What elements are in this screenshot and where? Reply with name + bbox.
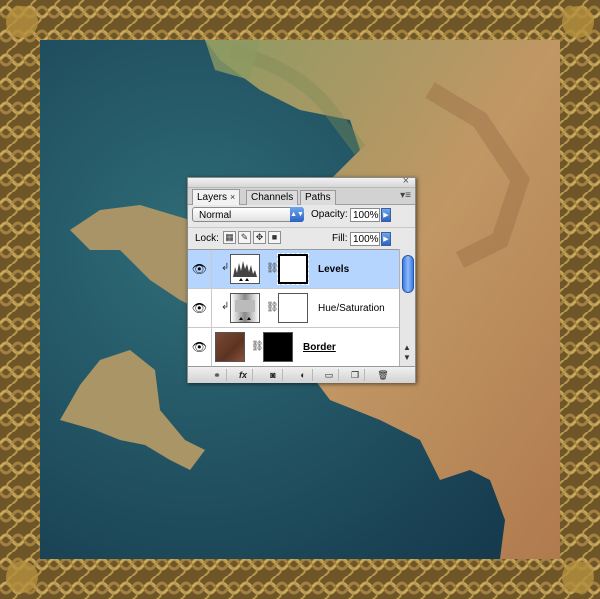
lock-label: Lock:: [195, 233, 219, 244]
panel-tabbar: Layers × Channels Paths ▾≡: [188, 188, 415, 205]
lock-all-icon[interactable]: ■: [268, 231, 281, 244]
fill-slider-button[interactable]: ▶: [381, 232, 391, 246]
adjustment-layer-icon[interactable]: ◐: [294, 369, 313, 381]
mask-link-icon[interactable]: ⛓: [266, 263, 279, 274]
opacity-slider-button[interactable]: ▶: [381, 208, 391, 222]
panel-footer: ⚭ fx ◙ ◐ ▭ ❐ 🗑: [188, 366, 415, 383]
lock-position-icon[interactable]: ✥: [253, 231, 266, 244]
visibility-eye-icon[interactable]: 👁: [188, 328, 212, 366]
opacity-label: Opacity:: [311, 209, 348, 220]
layer-mask-thumbnail[interactable]: [263, 332, 293, 362]
layer-row-levels[interactable]: 👁 ↲ ⛓ Levels: [188, 250, 399, 289]
layers-panel: × Layers × Channels Paths ▾≡ Normal ▲▼ Op…: [187, 175, 416, 383]
mask-link-icon[interactable]: ⛓: [266, 302, 279, 313]
layer-row-hue-saturation[interactable]: 👁 ↲ ⛓ Hue/Saturation: [188, 289, 399, 328]
new-layer-icon[interactable]: ❐: [346, 369, 365, 381]
panel-menu-icon[interactable]: ▾≡: [400, 190, 411, 201]
blend-opacity-row: Normal ▲▼ Opacity: 100% ▶: [188, 205, 415, 227]
fill-label: Fill:: [332, 233, 348, 244]
tab-layers[interactable]: Layers ×: [192, 189, 241, 205]
tab-close-icon[interactable]: ×: [230, 192, 235, 202]
layer-row-border[interactable]: 👁 ⛓ Border: [188, 328, 399, 367]
scroll-down-icon[interactable]: ▼: [403, 353, 411, 362]
clipping-arrow-icon: ↲: [221, 262, 230, 273]
tab-paths-label: Paths: [305, 192, 331, 203]
select-arrows-icon: ▲▼: [290, 207, 304, 222]
layer-mask-thumbnail[interactable]: [277, 253, 309, 285]
scroll-up-icon[interactable]: ▲: [403, 343, 411, 352]
group-folder-icon[interactable]: ▭: [320, 369, 339, 381]
clipping-arrow-icon: ↲: [221, 301, 230, 312]
layer-thumbnail: [215, 332, 245, 362]
layers-scrollbar[interactable]: ▲ ▼: [399, 249, 415, 366]
fill-input[interactable]: 100%: [350, 232, 380, 246]
blend-mode-select[interactable]: Normal ▲▼: [192, 207, 304, 222]
panel-titlebar[interactable]: ×: [188, 175, 415, 188]
opacity-input[interactable]: 100%: [350, 208, 380, 222]
layers-list: 👁 ↲ ⛓ Levels 👁 ↲ ⛓ Hue/Saturation 👁 ⛓ Bo…: [188, 249, 399, 367]
tab-layers-label: Layers: [197, 192, 228, 203]
scrollbar-thumb[interactable]: [402, 255, 414, 293]
tab-channels-label: Channels: [251, 192, 294, 203]
blend-mode-value: Normal: [199, 210, 232, 221]
layer-mask-thumbnail[interactable]: [278, 293, 308, 323]
visibility-eye-icon[interactable]: 👁: [188, 250, 212, 288]
add-mask-icon[interactable]: ◙: [264, 369, 283, 381]
fx-icon[interactable]: fx: [234, 369, 253, 381]
layer-name[interactable]: Border: [303, 342, 336, 353]
tab-channels[interactable]: Channels: [246, 190, 299, 205]
link-layers-icon[interactable]: ⚭: [208, 369, 227, 381]
lock-fill-row: Lock: ▦ ✎ ✥ ■ Fill: 100% ▶: [188, 227, 415, 249]
lock-transparency-icon[interactable]: ▦: [223, 231, 236, 244]
layer-name[interactable]: Hue/Saturation: [318, 303, 385, 314]
layer-name[interactable]: Levels: [318, 264, 349, 275]
lock-pixels-icon[interactable]: ✎: [238, 231, 251, 244]
panel-close-icon[interactable]: ×: [403, 175, 409, 187]
tab-paths[interactable]: Paths: [300, 190, 336, 205]
hue-saturation-icon: [230, 293, 260, 323]
visibility-eye-icon[interactable]: 👁: [188, 289, 212, 327]
mask-link-icon[interactable]: ⛓: [251, 341, 264, 352]
trash-icon[interactable]: 🗑: [374, 369, 392, 381]
levels-icon: [230, 254, 260, 284]
